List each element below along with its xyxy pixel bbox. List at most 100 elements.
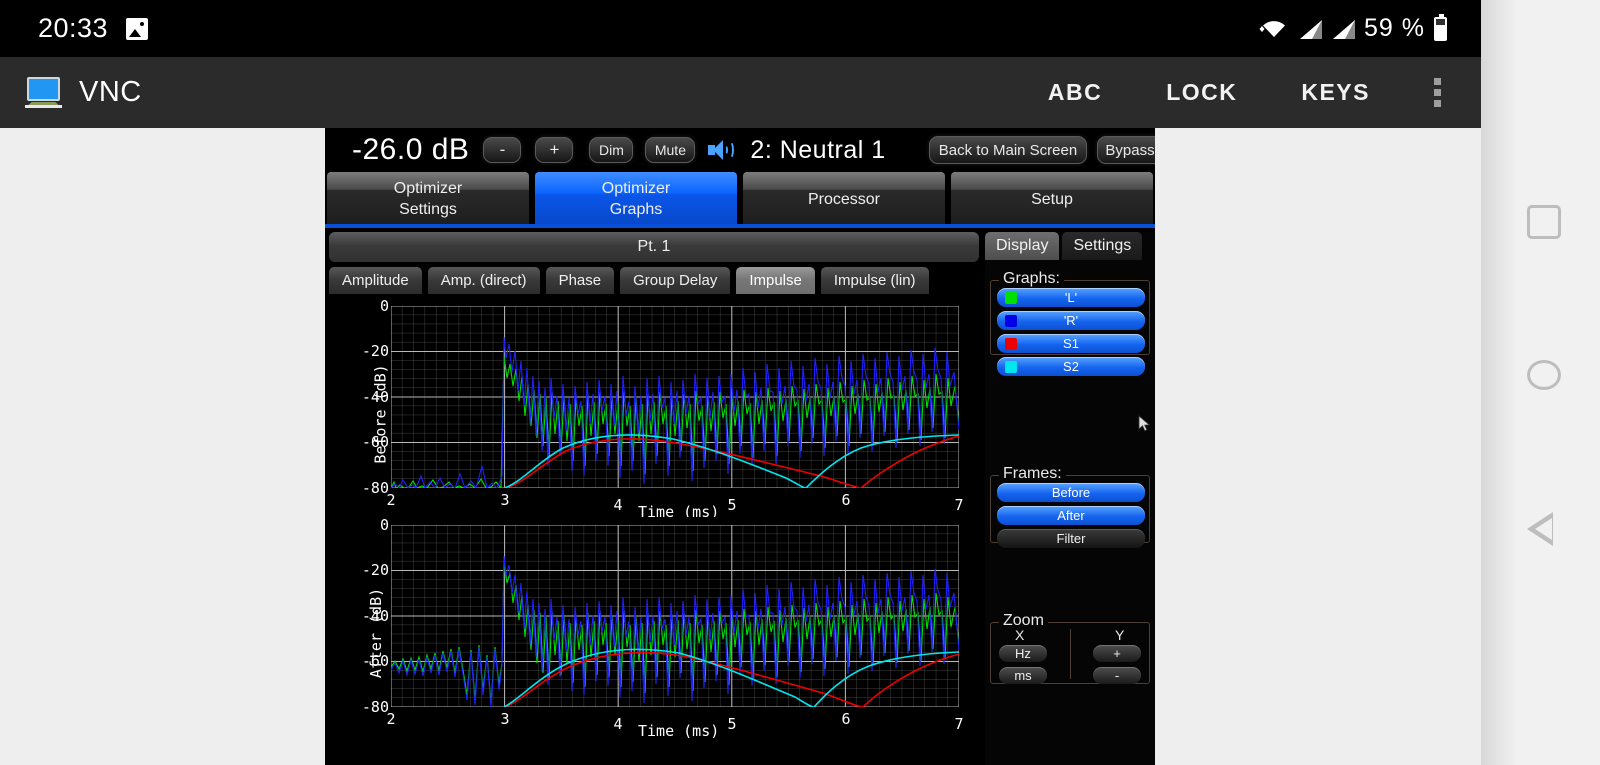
zoom-group: Zoom X Y Hz ms + - [990, 612, 1150, 684]
vnc-app-bar: VNC ABC LOCK KEYS [0, 57, 1481, 128]
volume-up-button[interactable]: + [535, 137, 574, 163]
gtab-impulse-lin[interactable]: Impulse (lin) [820, 267, 929, 294]
x-tick: 7 [954, 715, 964, 733]
graph-color-swatch-r [1005, 315, 1017, 327]
x-tick: 6 [841, 710, 851, 728]
y-tick: -40 [361, 607, 389, 625]
frames-group: Frames: Before After Filter [990, 465, 1150, 548]
volume-db-readout: -26.0 dB [352, 133, 470, 166]
volume-control-strip: -26.0 dB - + Dim Mute 2: Neutral 1 Back … [325, 128, 1155, 172]
tab-underline [325, 224, 1155, 228]
graph-toggle-s2[interactable]: S2 [997, 357, 1145, 376]
android-nav-bar [1481, 0, 1600, 765]
zoom-x-label: X [1015, 627, 1025, 643]
side-tab-display[interactable]: Display [985, 232, 1060, 260]
recents-square-icon[interactable] [1527, 205, 1561, 239]
tab-line2: Settings [399, 201, 457, 218]
after-x-axis-label: Time (ms) [638, 722, 720, 740]
back-triangle-icon[interactable] [1527, 512, 1553, 546]
graph-toggle-s1[interactable]: S1 [997, 334, 1145, 353]
zoom-x-hz-button[interactable]: Hz [999, 645, 1047, 662]
mute-button[interactable]: Mute [645, 137, 696, 163]
graph-color-swatch-s2 [1005, 361, 1017, 373]
y-tick: -20 [361, 561, 389, 579]
home-circle-icon[interactable] [1527, 360, 1561, 390]
x-tick: 3 [500, 710, 510, 728]
status-indicators: 59 % [1259, 13, 1447, 43]
battery-icon [1434, 13, 1447, 41]
zoom-y-plus-button[interactable]: + [1093, 645, 1141, 662]
tab-line1: Optimizer [601, 180, 671, 197]
keys-button[interactable]: KEYS [1301, 79, 1370, 106]
graphs-group: Graphs: 'L' 'R' S1 S2 [990, 270, 1150, 376]
tab-optimizer-graphs[interactable]: Optimizer Graphs [535, 172, 737, 226]
android-status-bar: 20:33 59 % [0, 0, 1481, 57]
bypass-button[interactable]: Bypass [1097, 136, 1155, 164]
graph-color-swatch-l [1005, 292, 1017, 304]
graph-label-s1: S1 [1063, 336, 1079, 351]
y-tick: -20 [361, 342, 389, 360]
y-tick: 0 [379, 516, 389, 534]
graph-toggle-r[interactable]: 'R' [997, 311, 1145, 330]
speaker-volume-icon[interactable] [708, 140, 735, 160]
abc-button[interactable]: ABC [1048, 79, 1102, 106]
dim-button[interactable]: Dim [589, 137, 634, 163]
before-impulse-plot[interactable]: Before (dB) 0 -20 -40 -60 -80 2 3 4 5 6 … [329, 297, 981, 530]
y-tick: -40 [361, 388, 389, 406]
vnc-monitor-icon [25, 77, 62, 108]
graph-type-tab-bar: Amplitude Amp. (direct) Phase Group Dela… [329, 267, 929, 294]
y-tick: -80 [361, 698, 389, 716]
tab-optimizer-settings[interactable]: Optimizer Settings [327, 172, 529, 226]
volume-down-button[interactable]: - [483, 137, 522, 163]
zoom-divider [1070, 629, 1071, 679]
side-tab-settings[interactable]: Settings [1062, 232, 1143, 260]
tab-line1: Setup [1031, 190, 1073, 208]
measurement-point-selector[interactable]: Pt. 1 [329, 232, 979, 262]
lock-button[interactable]: LOCK [1166, 79, 1237, 106]
x-tick: 2 [386, 710, 396, 728]
back-to-main-screen-button[interactable]: Back to Main Screen [929, 136, 1087, 164]
graph-label-r: 'R' [1063, 313, 1079, 328]
main-tab-bar: Optimizer Settings Optimizer Graphs Proc… [327, 172, 1153, 226]
y-tick: 0 [379, 297, 389, 315]
x-tick: 6 [841, 491, 851, 509]
before-y-ticks: 0 -20 -40 -60 -80 [353, 297, 389, 530]
tab-line2: Graphs [609, 201, 663, 218]
vnc-remote-screen[interactable]: -26.0 dB - + Dim Mute 2: Neutral 1 Back … [325, 128, 1155, 765]
gtab-amp-direct[interactable]: Amp. (direct) [427, 267, 540, 294]
y-tick: -60 [361, 652, 389, 670]
nav-bar-shade [1481, 0, 1517, 765]
gtab-phase[interactable]: Phase [545, 267, 615, 294]
zoom-y-label: Y [1115, 627, 1125, 643]
status-clock: 20:33 [38, 13, 109, 43]
tab-setup[interactable]: Setup [951, 172, 1153, 226]
graph-label-s2: S2 [1063, 359, 1079, 374]
frames-group-label: Frames: [999, 465, 1066, 483]
graph-label-l: 'L' [1064, 290, 1078, 305]
mouse-pointer-icon [1138, 415, 1151, 432]
y-tick: -80 [361, 479, 389, 497]
x-tick: 5 [727, 496, 737, 514]
y-tick: -60 [361, 433, 389, 451]
kebab-menu-icon[interactable] [1434, 78, 1441, 107]
zoom-x-ms-button[interactable]: ms [999, 667, 1047, 684]
gtab-impulse[interactable]: Impulse [736, 267, 815, 294]
gtab-amplitude[interactable]: Amplitude [329, 267, 422, 294]
tab-line1: Optimizer [393, 180, 463, 197]
cell-signal-icon-1 [1298, 19, 1323, 39]
graph-toggle-l[interactable]: 'L' [997, 288, 1145, 307]
frame-toggle-filter[interactable]: Filter [997, 529, 1145, 548]
before-plot-canvas [391, 306, 959, 488]
display-settings-panel: Display Settings Graphs: 'L' 'R' S1 S2 F… [985, 232, 1155, 765]
graphs-group-label: Graphs: [999, 270, 1064, 288]
image-icon [126, 17, 149, 40]
frame-toggle-before[interactable]: Before [997, 483, 1145, 502]
zoom-y-minus-button[interactable]: - [1093, 667, 1141, 684]
gtab-group-delay[interactable]: Group Delay [620, 267, 731, 294]
after-impulse-plot[interactable]: After (dB) 0 -20 -40 -60 -80 2 3 4 5 6 7… [329, 516, 981, 749]
app-title: VNC [79, 76, 142, 108]
tab-processor[interactable]: Processor [743, 172, 945, 226]
frame-toggle-after[interactable]: After [997, 506, 1145, 525]
graph-color-swatch-s1 [1005, 338, 1017, 350]
battery-percent: 59 % [1364, 14, 1425, 42]
